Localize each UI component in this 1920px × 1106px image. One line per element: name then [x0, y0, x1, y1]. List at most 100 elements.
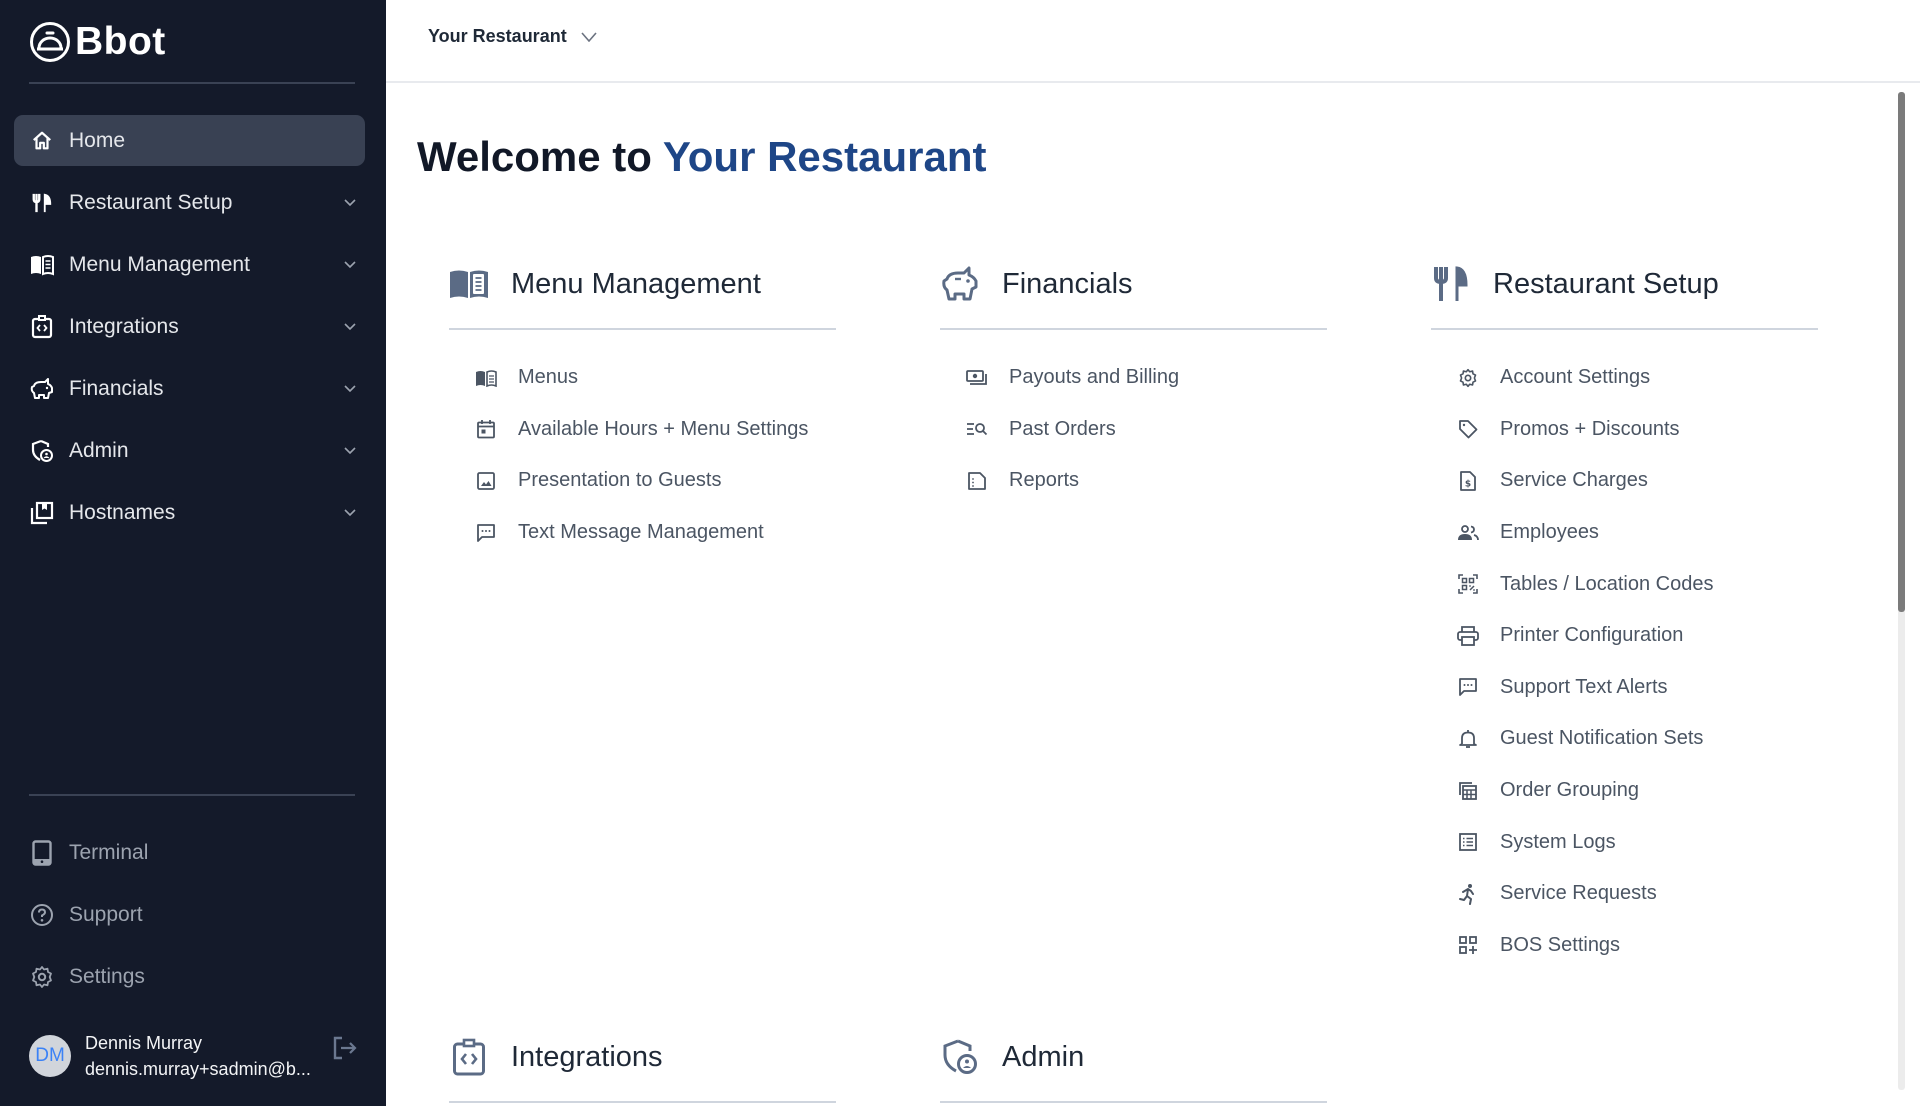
svg-text:$: $ [1465, 479, 1471, 489]
section-link-label: Tables / Location Codes [1500, 572, 1714, 595]
section-divider [940, 1101, 1327, 1103]
section-link-label: BOS Settings [1500, 933, 1621, 956]
utensils-icon [1431, 264, 1471, 304]
section-link-label: Service Requests [1500, 882, 1657, 905]
menu-book-icon [474, 366, 498, 390]
section-link-label: Employees [1500, 521, 1599, 544]
section-link-text-messages[interactable]: Text Message Management [449, 507, 836, 559]
hostnames-icon [29, 500, 55, 526]
welcome-prefix: Welcome to [417, 133, 663, 180]
section-link-label: Support Text Alerts [1500, 675, 1668, 698]
section-link-available-hours[interactable]: Available Hours + Menu Settings [449, 404, 836, 456]
logout-icon[interactable] [331, 1034, 359, 1062]
restaurant-selector[interactable]: Your Restaurant [428, 26, 597, 47]
sidebar-item-integrations[interactable]: Integrations [14, 301, 365, 352]
piggy-bank-icon [29, 376, 55, 402]
section-link-label: Service Charges [1500, 469, 1648, 492]
sidebar-item-label: Menu Management [69, 252, 250, 276]
section-heading[interactable]: Admin [940, 1013, 1327, 1101]
section-link-employees[interactable]: Employees [1431, 507, 1818, 559]
chevron-down-icon[interactable] [343, 444, 357, 458]
section-title: Admin [1002, 1040, 1085, 1073]
home-icon [29, 128, 55, 154]
sidebar-item-menu-management[interactable]: Menu Management [14, 239, 365, 290]
user-email: dennis.murray+sadmin@b... [85, 1059, 311, 1079]
section-heading[interactable]: Integrations [449, 1013, 836, 1101]
sidebar-item-terminal[interactable]: Terminal [14, 827, 365, 878]
section-link-printer[interactable]: Printer Configuration [1431, 610, 1818, 662]
user-profile: DM Dennis Murray dennis.murray+sadmin@b.… [29, 1030, 359, 1082]
sidebar-item-restaurant-setup[interactable]: Restaurant Setup [14, 177, 365, 228]
section-link-presentation[interactable]: Presentation to Guests [449, 455, 836, 507]
section-divider [940, 328, 1327, 330]
section-divider [449, 1101, 836, 1103]
section-link-past-orders[interactable]: Past Orders [940, 404, 1327, 456]
user-name: Dennis Murray [85, 1033, 203, 1053]
section-link-tables[interactable]: Tables / Location Codes [1431, 558, 1818, 610]
section-link-system-logs[interactable]: System Logs [1431, 816, 1818, 868]
sidebar-item-label: Financials [69, 376, 164, 400]
sidebar-divider [29, 794, 355, 796]
gear-icon [29, 964, 55, 990]
chevron-down-icon [581, 31, 597, 42]
admin-shield-icon [29, 438, 55, 464]
avatar[interactable]: DM [29, 1035, 71, 1077]
section-title: Menu Management [511, 267, 761, 300]
report-icon [965, 469, 989, 493]
section-link-service-charges[interactable]: $ Service Charges [1431, 455, 1818, 507]
section-link-menus[interactable]: Menus [449, 352, 836, 404]
sidebar-item-admin[interactable]: Admin [14, 425, 365, 476]
page-title: Welcome to Your Restaurant [417, 133, 986, 181]
section-integrations: Integrations [449, 1013, 836, 1103]
section-link-label: Order Grouping [1500, 779, 1639, 802]
logo[interactable]: Bbot [29, 18, 166, 66]
section-link-support-text-alerts[interactable]: Support Text Alerts [1431, 662, 1818, 714]
list-icon [1456, 830, 1480, 854]
section-link-service-requests[interactable]: Service Requests [1431, 868, 1818, 920]
section-link-guest-notifications[interactable]: Guest Notification Sets [1431, 713, 1818, 765]
grid-plus-icon [1456, 933, 1480, 957]
chevron-down-icon[interactable] [343, 320, 357, 334]
section-heading[interactable]: Restaurant Setup [1431, 240, 1818, 328]
chevron-down-icon[interactable] [343, 196, 357, 210]
sidebar-item-home[interactable]: Home [14, 115, 365, 166]
sidebar-item-label: Home [69, 128, 126, 152]
dollar-file-icon: $ [1456, 469, 1480, 493]
section-divider [449, 328, 836, 330]
restaurant-selector-label: Your Restaurant [428, 26, 567, 46]
scrollbar-thumb[interactable] [1898, 92, 1905, 612]
chevron-down-icon[interactable] [343, 258, 357, 272]
people-icon [1456, 521, 1480, 545]
section-link-promos[interactable]: Promos + Discounts [1431, 404, 1818, 456]
chevron-down-icon[interactable] [343, 506, 357, 520]
menu-book-icon [29, 252, 55, 278]
chevron-down-icon[interactable] [343, 382, 357, 396]
qr-code-icon [1456, 572, 1480, 596]
section-heading[interactable]: Menu Management [449, 240, 836, 328]
sidebar-item-financials[interactable]: Financials [14, 363, 365, 414]
sidebar-divider [29, 82, 355, 84]
sidebar-item-support[interactable]: Support [14, 889, 365, 940]
section-link-payouts[interactable]: Payouts and Billing [940, 352, 1327, 404]
section-link-label: Reports [1009, 469, 1080, 492]
section-link-label: Text Message Management [518, 521, 764, 544]
scrollbar[interactable] [1898, 92, 1905, 1090]
section-link-account-settings[interactable]: Account Settings [1431, 352, 1818, 404]
section-heading[interactable]: Financials [940, 240, 1327, 328]
section-link-label: Account Settings [1500, 366, 1651, 389]
main-content: Welcome to Your Restaurant Menu Manageme… [386, 85, 1896, 1106]
sidebar-item-label: Hostnames [69, 500, 176, 524]
section-link-reports[interactable]: Reports [940, 455, 1327, 507]
restaurant-name: Your Restaurant [662, 133, 987, 180]
section-restaurant-setup: Restaurant Setup Account Settings Promos… [1431, 240, 1818, 971]
section-link-bos-settings[interactable]: BOS Settings [1431, 920, 1818, 972]
sidebar-item-label: Restaurant Setup [69, 190, 233, 214]
section-link-order-grouping[interactable]: Order Grouping [1431, 765, 1818, 817]
section-divider [1431, 328, 1818, 330]
sidebar-item-hostnames[interactable]: Hostnames [14, 487, 365, 538]
section-menu-management: Menu Management Menus Available Hours + … [449, 240, 836, 558]
chat-icon [474, 521, 498, 545]
sidebar-item-settings[interactable]: Settings [14, 951, 365, 1002]
bell-icon [1456, 727, 1480, 751]
section-link-label: Printer Configuration [1500, 624, 1684, 647]
